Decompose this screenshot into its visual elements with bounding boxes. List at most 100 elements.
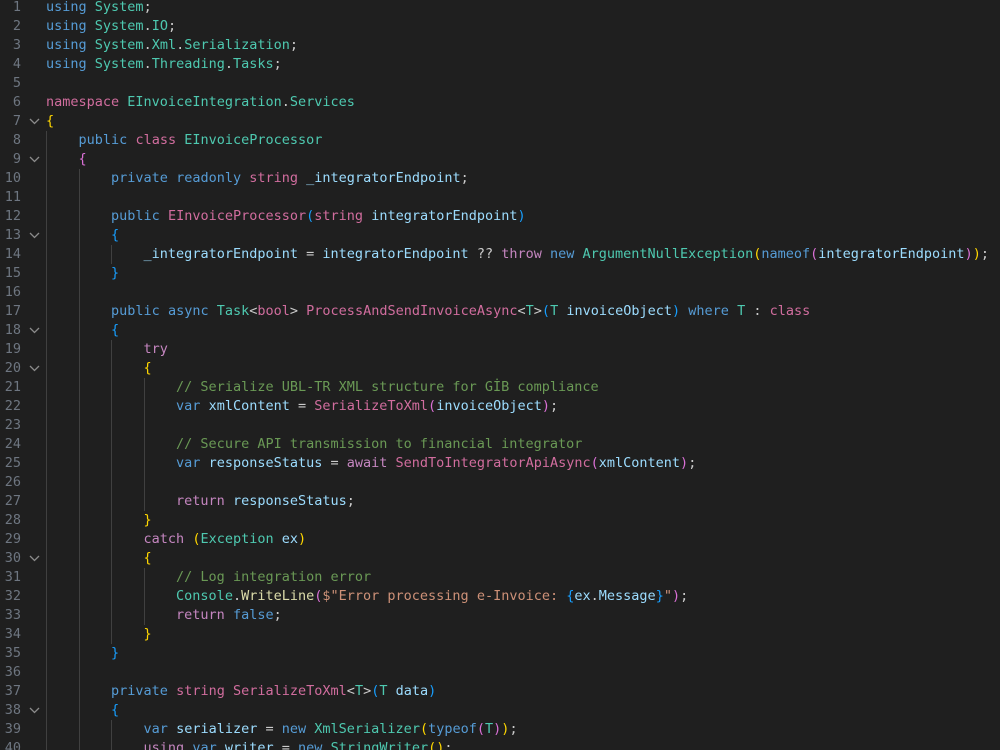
code-line[interactable]: 20 { xyxy=(0,359,1000,378)
code-line[interactable]: 10 private readonly string _integratorEn… xyxy=(0,169,1000,188)
code-content[interactable]: var serializer = new XmlSerializer(typeo… xyxy=(46,720,518,739)
code-content[interactable]: public async Task<bool> ProcessAndSendIn… xyxy=(46,302,810,321)
code-line[interactable]: 40 using var writer = new StringWriter()… xyxy=(0,739,1000,750)
chevron-down-icon[interactable] xyxy=(27,112,41,131)
code-token: { xyxy=(78,151,87,167)
code-content[interactable]: using var writer = new StringWriter(); xyxy=(46,739,453,750)
code-line[interactable]: 1 using System; xyxy=(0,0,1000,17)
code-line[interactable]: 38 { xyxy=(0,701,1000,720)
code-content[interactable]: using System.IO; xyxy=(46,17,176,36)
code-content[interactable]: // Secure API transmission to financial … xyxy=(46,435,582,454)
code-line[interactable]: 27 return responseStatus; xyxy=(0,492,1000,511)
code-line[interactable]: 14 _integratorEndpoint = integratorEndpo… xyxy=(0,245,1000,264)
code-line[interactable]: 16 xyxy=(0,283,1000,302)
code-content[interactable]: } xyxy=(46,511,152,530)
code-content[interactable]: using System; xyxy=(46,0,152,17)
code-content[interactable]: catch (Exception ex) xyxy=(46,530,307,549)
code-content[interactable]: return responseStatus; xyxy=(46,492,355,511)
code-content[interactable]: { xyxy=(46,150,87,169)
code-token: nameof xyxy=(761,246,811,262)
code-line[interactable]: 2 using System.IO; xyxy=(0,17,1000,36)
code-token: readonly xyxy=(176,170,242,186)
code-content[interactable]: public EInvoiceProcessor(string integrat… xyxy=(46,207,526,226)
code-content[interactable]: private string SerializeToXml<T>(T data) xyxy=(46,682,436,701)
code-line[interactable]: 35 } xyxy=(0,644,1000,663)
code-editor[interactable]: 1 using System; 2 using System.IO; 3 using Sy… xyxy=(0,0,1000,750)
code-line[interactable]: 15 } xyxy=(0,264,1000,283)
code-content[interactable]: private readonly string _integratorEndpo… xyxy=(46,169,469,188)
chevron-down-icon[interactable] xyxy=(27,701,41,720)
code-content[interactable]: _integratorEndpoint = integratorEndpoint… xyxy=(46,245,989,264)
code-token: $"Error processing e-Invoice: xyxy=(322,588,567,604)
code-content[interactable]: { xyxy=(46,112,54,131)
code-line[interactable]: 7{ xyxy=(0,112,1000,131)
code-content[interactable]: namespace EInvoiceIntegration.Services xyxy=(46,93,355,112)
code-line[interactable]: 39 var serializer = new XmlSerializer(ty… xyxy=(0,720,1000,739)
code-content[interactable]: { xyxy=(46,549,152,568)
code-line[interactable]: 21 // Serialize UBL-TR XML structure for… xyxy=(0,378,1000,397)
code-token: public xyxy=(78,132,128,148)
code-content[interactable]: using System.Xml.Serialization; xyxy=(46,36,298,55)
code-line[interactable]: 36 xyxy=(0,663,1000,682)
code-line[interactable]: 13 { xyxy=(0,226,1000,245)
code-line[interactable]: 37 private string SerializeToXml<T>(T da… xyxy=(0,682,1000,701)
code-line[interactable]: 29 catch (Exception ex) xyxy=(0,530,1000,549)
code-content[interactable]: { xyxy=(46,701,119,720)
code-content[interactable]: { xyxy=(46,359,152,378)
code-content[interactable]: } xyxy=(46,625,152,644)
code-content[interactable]: // Log integration error xyxy=(46,568,371,587)
code-content[interactable]: using System.Threading.Tasks; xyxy=(46,55,282,74)
chevron-down-icon[interactable] xyxy=(27,226,41,245)
code-line[interactable]: 30 { xyxy=(0,549,1000,568)
code-content[interactable]: } xyxy=(46,264,119,283)
code-token: where xyxy=(688,303,729,319)
code-line[interactable]: 9 { xyxy=(0,150,1000,169)
code-token: typeof xyxy=(428,721,477,737)
code-line[interactable]: 5 xyxy=(0,74,1000,93)
code-token: return xyxy=(176,607,225,623)
code-line[interactable]: 19 try xyxy=(0,340,1000,359)
chevron-down-icon[interactable] xyxy=(27,150,41,169)
code-line[interactable]: 23 xyxy=(0,416,1000,435)
code-content[interactable]: public class EInvoiceProcessor xyxy=(46,131,323,150)
code-line[interactable]: 6 namespace EInvoiceIntegration.Services xyxy=(0,93,1000,112)
code-token: ; xyxy=(550,398,559,414)
code-content[interactable]: { xyxy=(46,321,119,340)
code-line[interactable]: 4 using System.Threading.Tasks; xyxy=(0,55,1000,74)
code-content[interactable]: return false; xyxy=(46,606,282,625)
code-content[interactable]: var responseStatus = await SendToIntegra… xyxy=(46,454,696,473)
code-content[interactable]: // Serialize UBL-TR XML structure for Gİ… xyxy=(46,378,599,397)
code-token: ) xyxy=(298,531,307,547)
code-line[interactable]: 24 // Secure API transmission to financi… xyxy=(0,435,1000,454)
code-line[interactable]: 26 xyxy=(0,473,1000,492)
code-line[interactable]: 22 var xmlContent = SerializeToXml(invoi… xyxy=(0,397,1000,416)
chevron-down-icon[interactable] xyxy=(27,359,41,378)
code-line[interactable]: 11 xyxy=(0,188,1000,207)
chevron-down-icon[interactable] xyxy=(27,321,41,340)
code-line[interactable]: 3 using System.Xml.Serialization; xyxy=(0,36,1000,55)
chevron-down-icon[interactable] xyxy=(27,549,41,568)
code-line[interactable]: 8 public class EInvoiceProcessor xyxy=(0,131,1000,150)
code-line[interactable]: 33 return false; xyxy=(0,606,1000,625)
code-content[interactable]: var xmlContent = SerializeToXml(invoiceO… xyxy=(46,397,558,416)
code-line[interactable]: 34 } xyxy=(0,625,1000,644)
code-token: SendToIntegratorApiAsync xyxy=(395,455,591,471)
code-line[interactable]: 31 // Log integration error xyxy=(0,568,1000,587)
code-line[interactable]: 25 var responseStatus = await SendToInte… xyxy=(0,454,1000,473)
code-content[interactable]: Console.WriteLine($"Error processing e-I… xyxy=(46,587,688,606)
code-line[interactable]: 28 } xyxy=(0,511,1000,530)
code-line[interactable]: 32 Console.WriteLine($"Error processing … xyxy=(0,587,1000,606)
code-content[interactable]: try xyxy=(46,340,168,359)
code-line[interactable]: 18 { xyxy=(0,321,1000,340)
code-content[interactable]: } xyxy=(46,644,119,663)
code-line[interactable]: 17 public async Task<bool> ProcessAndSen… xyxy=(0,302,1000,321)
code-content[interactable]: { xyxy=(46,226,119,245)
code-token: ( xyxy=(590,455,599,471)
code-line[interactable]: 12 public EInvoiceProcessor(string integ… xyxy=(0,207,1000,226)
